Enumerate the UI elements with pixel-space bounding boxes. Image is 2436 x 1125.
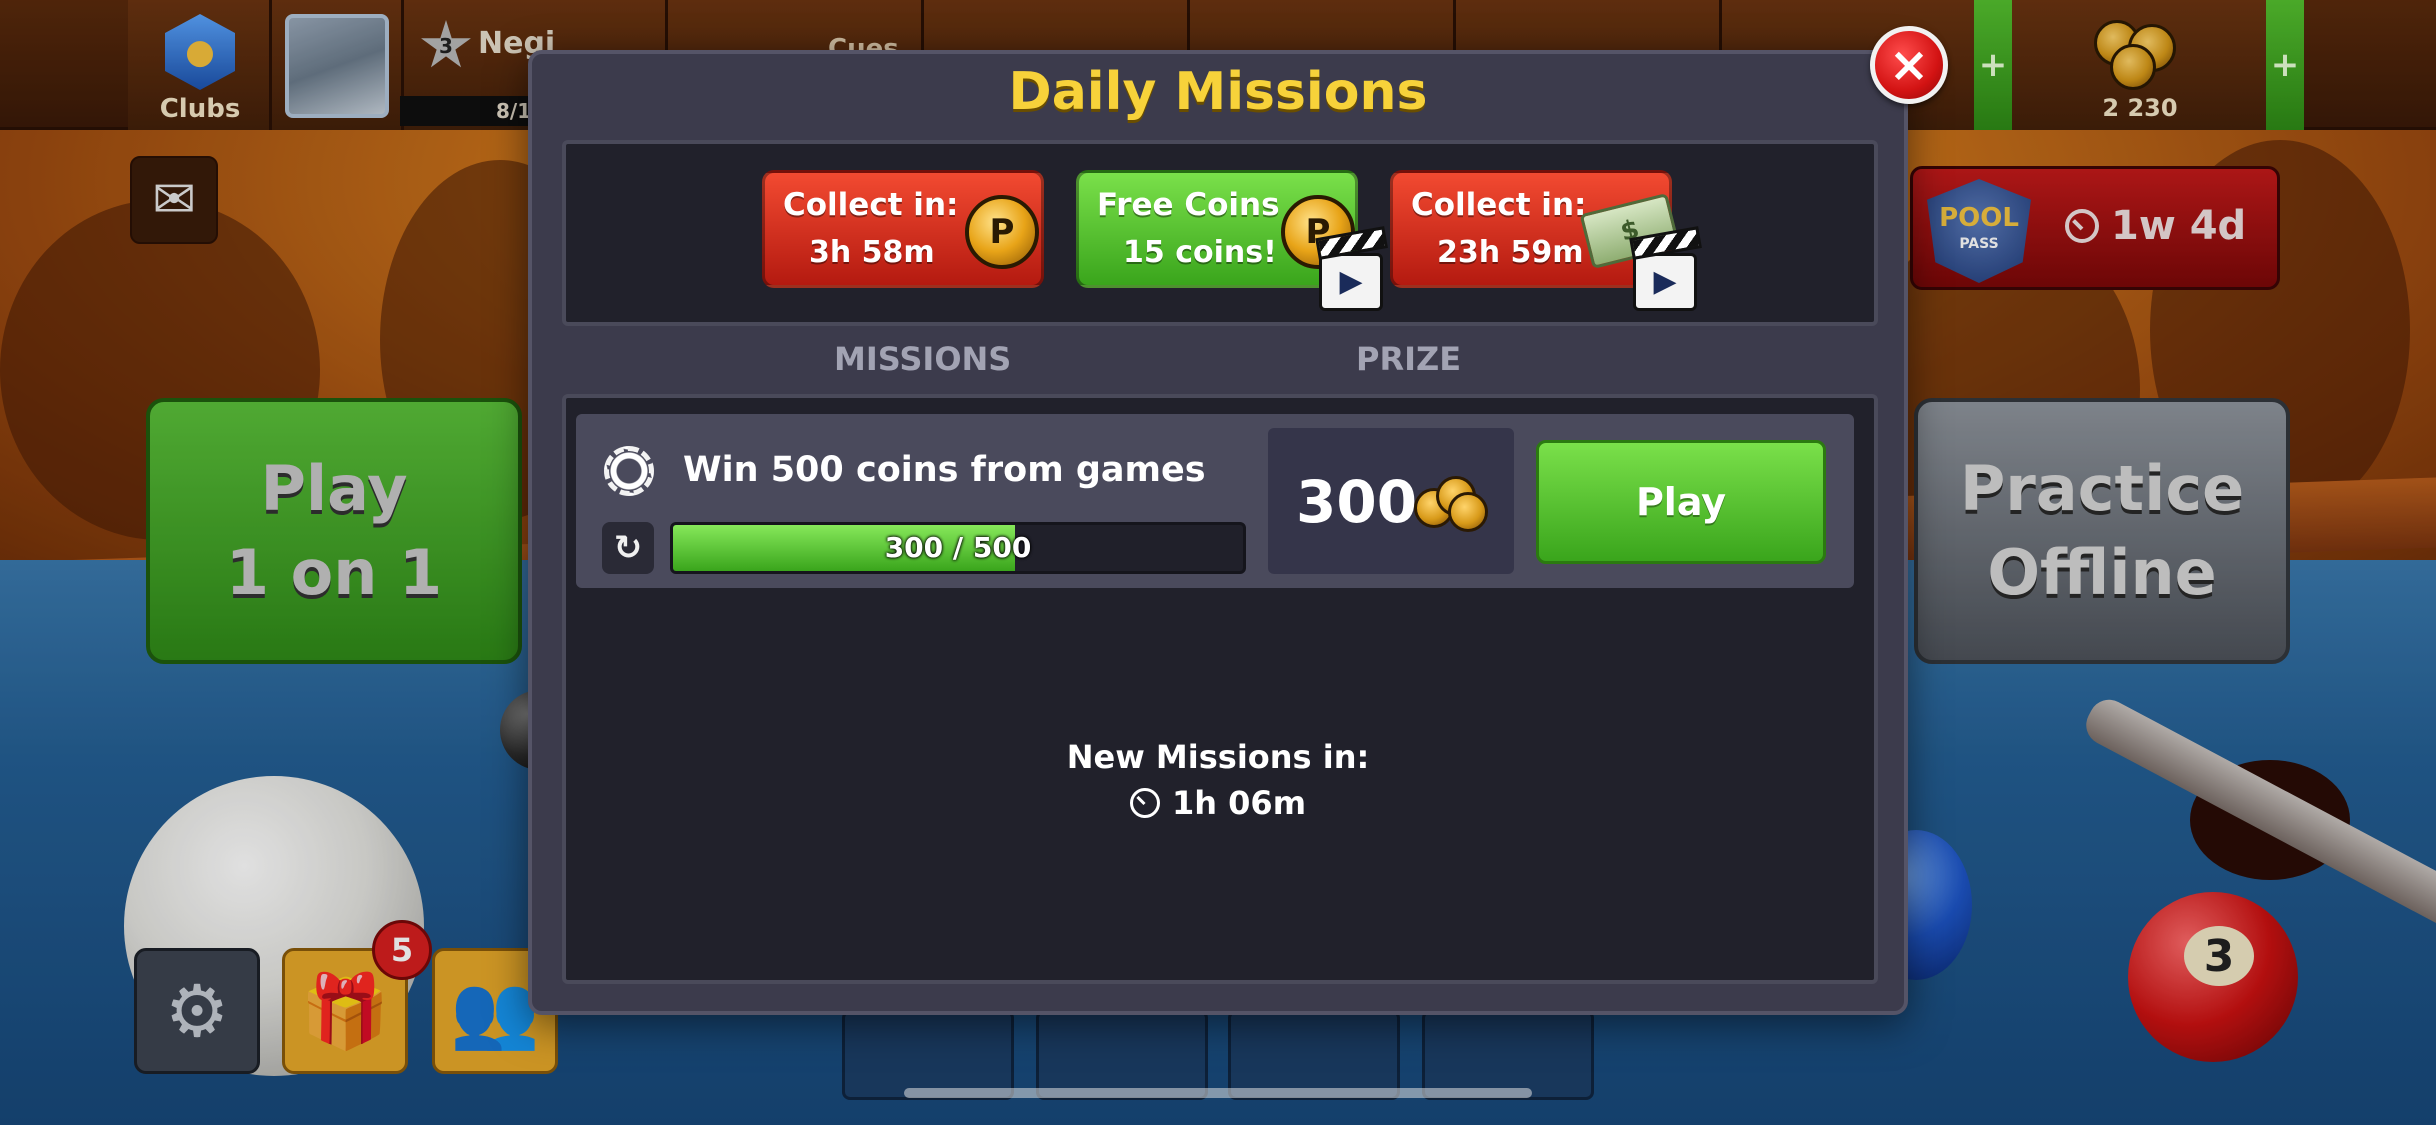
reward-title: Free Coins [1097,187,1280,223]
collect-coins-reward-button[interactable]: Collect in: 3h 58m P [762,170,1044,288]
new-missions-label: New Missions in: [1066,738,1370,776]
reward-timer: 23h 59m [1437,235,1584,270]
video-icon: ▶ [1319,253,1383,311]
collect-cash-reward-button[interactable]: Collect in: 23h 59m $ ▶ [1390,170,1697,311]
new-missions-timer: 1h 06m [0,784,2436,822]
poker-chip-icon [604,446,654,496]
prize-column-header: PRIZE [1356,340,1462,378]
close-icon[interactable]: × [1870,26,1948,104]
mission-progress-bar: 300 / 500 [670,522,1246,574]
reward-timer: 3h 58m [809,235,935,270]
clock-icon [1129,788,1160,818]
coins-icon [1448,492,1488,532]
prize-coins-icon [1414,476,1488,532]
prize-value: 300 [1296,468,1418,536]
refresh-icon[interactable]: ↻ [602,522,654,574]
missions-column-header: MISSIONS [834,340,1012,378]
new-missions-timer-text: 1h 06m [1171,784,1307,822]
video-icon: ▶ [1633,253,1697,311]
coin-icon: P [965,195,1039,269]
reward-title: Collect in: [783,187,959,223]
dialog-title: Daily Missions [1008,62,1428,122]
mission-progress-text: 300 / 500 [884,531,1032,564]
reward-title: Collect in: [1411,187,1587,223]
free-coins-reward-button[interactable]: Free Coins 15 coins! P ▶ [1076,170,1383,311]
mission-description: Win 500 coins from games [683,450,1206,490]
mission-play-button[interactable]: Play [1536,440,1826,564]
reward-amount: 15 coins! [1123,235,1277,270]
